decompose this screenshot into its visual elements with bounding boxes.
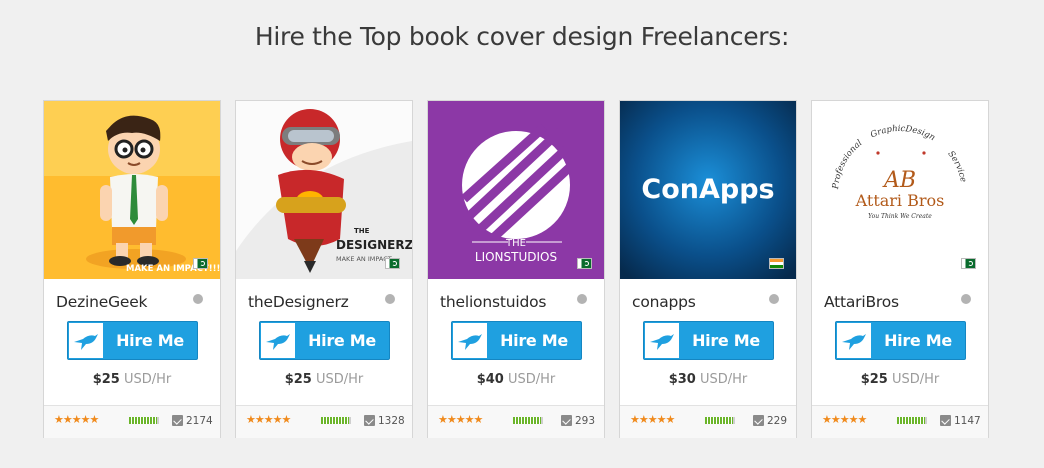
rating-stars: ★★★★★ [630,413,675,426]
hire-me-label: Hire Me [692,331,760,350]
card-footer: ★★★★★ 229 [620,405,796,438]
hire-me-button[interactable]: Hire Me [643,321,774,360]
rate-unit: USD/Hr [124,372,172,387]
checkmark-icon [172,415,183,426]
pakistan-flag-icon [577,258,592,269]
completion-bar [513,417,543,424]
review-count: 293 [575,415,596,427]
pakistan-flag-icon [193,258,208,269]
status-dot-icon [193,294,203,304]
hummingbird-icon [453,323,487,358]
hourly-rate: $25 USD/Hr [236,372,412,387]
review-count: 1328 [378,415,405,427]
hummingbird-icon [69,323,103,358]
completion-bar [321,417,351,424]
hire-me-label: Hire Me [308,331,376,350]
superhero-avatar-image: THE DESIGNERZ MAKE AN IMPACT [236,101,412,279]
freelancer-name[interactable]: AttariBros [824,293,899,311]
avatar-caption: AB [882,168,916,193]
avatar-caption: DESIGNERZ [336,238,412,252]
hourly-rate: $30 USD/Hr [620,372,796,387]
freelancer-name[interactable]: DezineGeek [56,293,148,311]
rating-stars: ★★★★★ [822,413,867,426]
avatar-caption: Attari Bros [855,191,945,210]
card-footer: ★★★★★ 293 [428,405,604,438]
rating-stars: ★★★★★ [54,413,99,426]
review-count: 2174 [186,415,213,427]
hire-me-button[interactable]: Hire Me [451,321,582,360]
hire-me-button[interactable]: Hire Me [67,321,198,360]
rating-stars: ★★★★★ [246,413,291,426]
pakistan-flag-icon [961,258,976,269]
page-title: Hire the Top book cover design Freelance… [254,22,790,51]
hourly-rate: $40 USD/Hr [428,372,604,387]
completion-bar [897,417,927,424]
lionstudios-logo-image: THE LIONSTUDIOS [428,101,604,279]
freelancer-card[interactable]: THE DESIGNERZ MAKE AN IMPACT theDesigner… [235,100,413,438]
hire-me-label: Hire Me [884,331,952,350]
hire-me-button[interactable]: Hire Me [259,321,390,360]
rate-unit: USD/Hr [316,372,364,387]
rate-amount: $25 [284,372,312,387]
hummingbird-icon [261,323,295,358]
avatar-caption: MAKE AN IMPACT [336,255,392,263]
completion-bar [705,417,735,424]
hummingbird-icon [645,323,679,358]
rate-unit: USD/Hr [700,372,748,387]
status-dot-icon [769,294,779,304]
rating-stars: ★★★★★ [438,413,483,426]
checkmark-icon [561,415,572,426]
checkmark-icon [364,415,375,426]
avatar-caption: ConApps [641,174,774,205]
rate-amount: $40 [476,372,504,387]
freelancer-name[interactable]: conapps [632,293,696,311]
avatar[interactable]: ConApps [620,101,796,279]
avatar-caption: THE [354,227,370,235]
review-count: 229 [767,415,788,427]
cartoon-avatar-image: MAKE AN IMPACT!!! [44,101,220,279]
avatar[interactable]: THE LIONSTUDIOS [428,101,604,279]
rate-amount: $25 [860,372,888,387]
india-flag-icon [769,258,784,269]
review-count: 1147 [954,415,981,427]
status-dot-icon [577,294,587,304]
freelancer-card[interactable]: ConApps conapps Hire Me $30 USD/Hr ★★★★★… [619,100,797,438]
avatar-caption: You Think We Create [868,213,932,220]
hourly-rate: $25 USD/Hr [44,372,220,387]
checkmark-icon [753,415,764,426]
freelancer-name[interactable]: thelionstuidos [440,293,546,311]
hire-me-label: Hire Me [116,331,184,350]
freelancer-name[interactable]: theDesignerz [248,293,349,311]
hummingbird-icon [837,323,871,358]
freelancer-card[interactable]: MAKE AN IMPACT!!! DezineGeek Hire Me $25… [43,100,221,438]
avatar-caption: THE [505,238,526,249]
hourly-rate: $25 USD/Hr [812,372,988,387]
conapps-logo-image: ConApps [620,101,796,279]
checkmark-icon [940,415,951,426]
status-dot-icon [385,294,395,304]
avatar[interactable]: THE DESIGNERZ MAKE AN IMPACT [236,101,412,279]
completion-bar [129,417,159,424]
pakistan-flag-icon [385,258,400,269]
rate-unit: USD/Hr [892,372,940,387]
rate-unit: USD/Hr [508,372,556,387]
attaribros-logo-image: Professional GraphicDesign Service AB At… [812,101,988,279]
card-footer: ★★★★★ 2174 [44,405,220,438]
freelancer-card[interactable]: Professional GraphicDesign Service AB At… [811,100,989,438]
avatar[interactable]: Professional GraphicDesign Service AB At… [812,101,988,279]
card-footer: ★★★★★ 1328 [236,405,412,438]
avatar-caption: LIONSTUDIOS [475,250,557,264]
rate-amount: $30 [668,372,696,387]
freelancer-card[interactable]: THE LIONSTUDIOS thelionstuidos Hire Me $… [427,100,605,438]
hire-me-button[interactable]: Hire Me [835,321,966,360]
card-footer: ★★★★★ 1147 [812,405,988,438]
rate-amount: $25 [92,372,120,387]
status-dot-icon [961,294,971,304]
hire-me-label: Hire Me [500,331,568,350]
avatar[interactable]: MAKE AN IMPACT!!! [44,101,220,279]
